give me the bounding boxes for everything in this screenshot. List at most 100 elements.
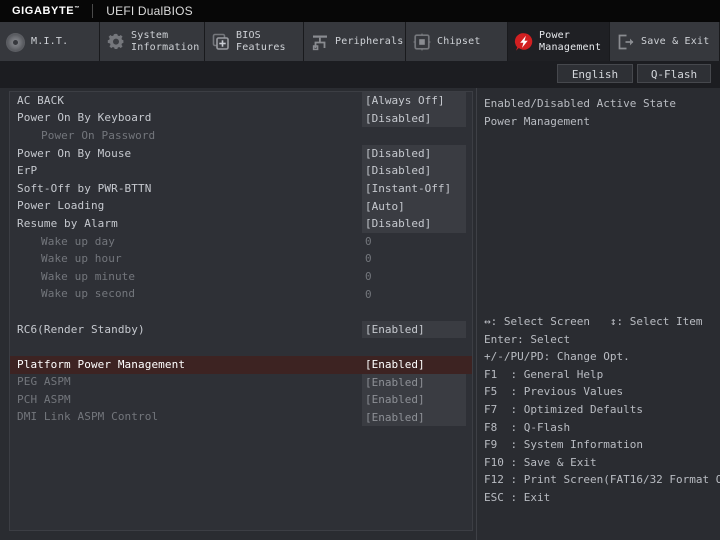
legend-line: +/-/PU/PD: Change Opt. — [484, 350, 630, 364]
setting-row[interactable]: Power On By Keyboard [Disabled] — [10, 109, 472, 128]
secondary-toolbar: English Q-Flash — [0, 61, 720, 88]
setting-value[interactable]: [Instant-Off] — [362, 179, 466, 198]
setting-row[interactable]: Wake up minute 0 — [10, 268, 472, 286]
setting-label: Power On By Keyboard — [17, 111, 152, 125]
setting-row[interactable]: DMI Link ASPM Control [Enabled] — [10, 408, 472, 427]
setting-row[interactable]: RC6(Render Standby) [Enabled] — [10, 320, 472, 339]
setting-row[interactable]: Soft-Off by PWR-BTTN [Instant-Off] — [10, 179, 472, 198]
disc-icon — [6, 32, 26, 52]
setting-label: Resume by Alarm — [17, 216, 118, 230]
setting-value[interactable]: 0 — [362, 233, 466, 251]
tab-mit[interactable]: M.I.T. — [0, 22, 100, 61]
chip-plus-icon — [211, 32, 231, 52]
setting-row[interactable]: Platform Power Management [Enabled] — [10, 355, 472, 374]
legend-line: F7 : Optimized Defaults — [484, 402, 643, 416]
setting-row[interactable]: Power On By Mouse [Disabled] — [10, 144, 472, 163]
setting-label: Wake up day — [41, 234, 115, 248]
setting-row[interactable]: Power Loading [Auto] — [10, 197, 472, 216]
legend-line: F10 : Save & Exit — [484, 455, 597, 469]
setting-label: Power On Password — [41, 128, 156, 142]
spacer-row — [10, 303, 472, 321]
main-body: AC BACK [Always Off] Power On By Keyboard [… — [0, 88, 720, 540]
gigabyte-logo: GIGABYTE™ — [12, 5, 79, 17]
legend-line: ↔: Select Screen ↕: Select Item — [484, 315, 703, 328]
tab-power-management[interactable]: Power Management — [508, 22, 610, 61]
setting-label: Wake up hour — [41, 252, 122, 266]
qflash-button[interactable]: Q-Flash — [637, 64, 711, 83]
setting-label: RC6(Render Standby) — [17, 322, 145, 336]
power-bolt-icon — [514, 32, 534, 52]
setting-row[interactable]: Wake up hour 0 — [10, 250, 472, 268]
setting-value[interactable]: [Auto] — [362, 197, 466, 216]
gear-icon — [106, 32, 126, 52]
chipset-icon — [412, 32, 432, 52]
tab-mit-label: M.I.T. — [31, 35, 69, 47]
setting-label: ErP — [17, 164, 38, 178]
key-legend: ↔: Select Screen ↕: Select Item Enter: Se… — [484, 313, 720, 507]
setting-label: Wake up minute — [41, 269, 136, 283]
uefi-title: UEFI DualBIOS — [106, 4, 193, 18]
setting-label: Power On By Mouse — [17, 146, 132, 160]
tab-save-and-exit[interactable]: Save & Exit — [610, 22, 720, 61]
setting-row[interactable]: Power On Password — [10, 127, 472, 145]
settings-list: AC BACK [Always Off] Power On By Keyboard [… — [9, 91, 473, 531]
setting-value[interactable]: [Disabled] — [362, 144, 466, 163]
setting-value[interactable]: 0 — [362, 268, 466, 286]
tab-peripherals[interactable]: Peripherals — [304, 22, 406, 61]
setting-row[interactable]: Resume by Alarm [Disabled] — [10, 215, 472, 233]
setting-value[interactable]: [Always Off] — [362, 92, 466, 110]
brand-divider — [92, 4, 94, 18]
setting-row[interactable]: PEG ASPM [Enabled] — [10, 373, 472, 392]
trademark-symbol: ™ — [74, 5, 80, 12]
legend-line: F1 : General Help — [484, 367, 604, 381]
setting-label: DMI Link ASPM Control — [17, 410, 159, 424]
tab-system-information[interactable]: System Information — [100, 22, 205, 61]
setting-label: Platform Power Management — [17, 357, 186, 371]
setting-label: Power Loading — [17, 199, 105, 213]
legend-line: F8 : Q-Flash — [484, 420, 571, 434]
tab-save-and-exit-label: Save & Exit — [641, 35, 710, 47]
spacer-row — [10, 338, 472, 356]
setting-row[interactable]: PCH ASPM [Enabled] — [10, 391, 472, 409]
setting-row[interactable]: Wake up day 0 — [10, 233, 472, 251]
language-button[interactable]: English — [557, 64, 633, 83]
tab-system-information-label: System Information — [131, 29, 200, 53]
help-panel: Enabled/Disabled Active State Power Mana… — [484, 91, 720, 531]
tab-chipset-label: Chipset — [437, 35, 481, 47]
setting-value[interactable]: [Enabled] — [362, 408, 466, 427]
main-tab-bar: M.I.T. System Information BIOS Features … — [0, 22, 720, 61]
setting-row[interactable]: AC BACK [Always Off] — [10, 92, 472, 110]
tab-bios-features[interactable]: BIOS Features — [205, 22, 304, 61]
setting-value[interactable]: [Disabled] — [362, 215, 466, 233]
legend-line: ESC : Exit — [484, 490, 551, 504]
tab-peripherals-label: Peripherals — [335, 35, 404, 47]
setting-label: Soft-Off by PWR-BTTN — [17, 181, 152, 195]
setting-value[interactable]: [Enabled] — [362, 320, 466, 339]
setting-value[interactable]: [Disabled] — [362, 162, 466, 180]
setting-value[interactable]: [Disabled] — [362, 109, 466, 128]
help-description: Enabled/Disabled Active State Power Mana… — [484, 97, 683, 128]
exit-door-icon — [616, 32, 636, 52]
connector-icon — [310, 32, 330, 52]
bios-screen: GIGABYTE™ UEFI DualBIOS M.I.T. System In… — [0, 0, 720, 540]
legend-line: Enter: Select — [484, 332, 571, 346]
setting-label: Wake up second — [41, 287, 136, 301]
brand-bar: GIGABYTE™ UEFI DualBIOS — [0, 0, 720, 22]
legend-line: F5 : Previous Values — [484, 385, 624, 399]
setting-row[interactable]: ErP [Disabled] — [10, 162, 472, 180]
legend-line: F9 : System Information — [484, 438, 643, 452]
tab-chipset[interactable]: Chipset — [406, 22, 508, 61]
setting-value[interactable]: 0 — [362, 250, 466, 268]
setting-value[interactable]: 0 — [362, 286, 466, 304]
setting-value[interactable]: [Enabled] — [362, 355, 466, 374]
legend-line: F12 : Print Screen(FAT16/32 Format Only) — [484, 473, 720, 487]
tab-bios-features-label: BIOS Features — [236, 29, 286, 53]
panel-divider — [476, 88, 477, 540]
setting-value[interactable]: [Enabled] — [362, 373, 466, 392]
setting-row[interactable]: Wake up second 0 — [10, 286, 472, 304]
setting-label: PCH ASPM — [17, 392, 71, 406]
setting-label: AC BACK — [17, 93, 65, 107]
setting-value[interactable]: [Enabled] — [362, 391, 466, 409]
gigabyte-logo-text: GIGABYTE — [12, 5, 75, 17]
tab-power-management-label: Power Management — [539, 29, 602, 53]
